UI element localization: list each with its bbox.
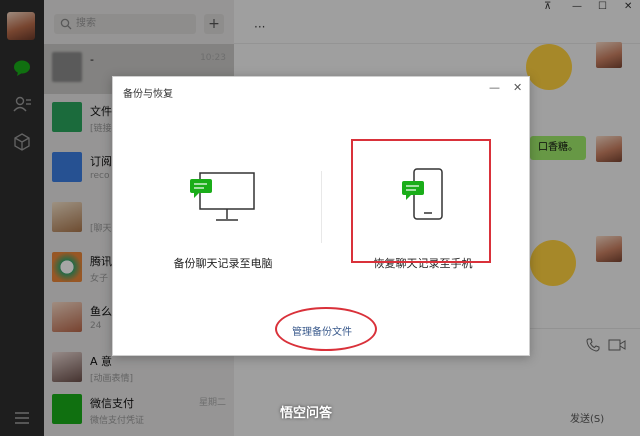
watermark: 悟空问答 <box>280 406 333 421</box>
monitor-icon <box>190 172 255 221</box>
dialog-minimize-button[interactable]: — <box>489 81 500 94</box>
dialog-close-button[interactable]: ✕ <box>513 81 522 94</box>
highlight-box <box>351 139 491 263</box>
option-divider <box>321 171 322 243</box>
backup-to-pc-option[interactable]: 备份聊天记录至电脑 <box>153 167 293 287</box>
backup-to-pc-label: 备份聊天记录至电脑 <box>173 257 273 270</box>
dialog-title: 备份与恢复 <box>123 89 173 100</box>
backup-restore-dialog: 备份与恢复 — ✕ 备份聊天记录至电脑 恢复聊天记录至手机 管理备份文件 <box>112 76 530 356</box>
highlight-ellipse <box>275 307 377 351</box>
